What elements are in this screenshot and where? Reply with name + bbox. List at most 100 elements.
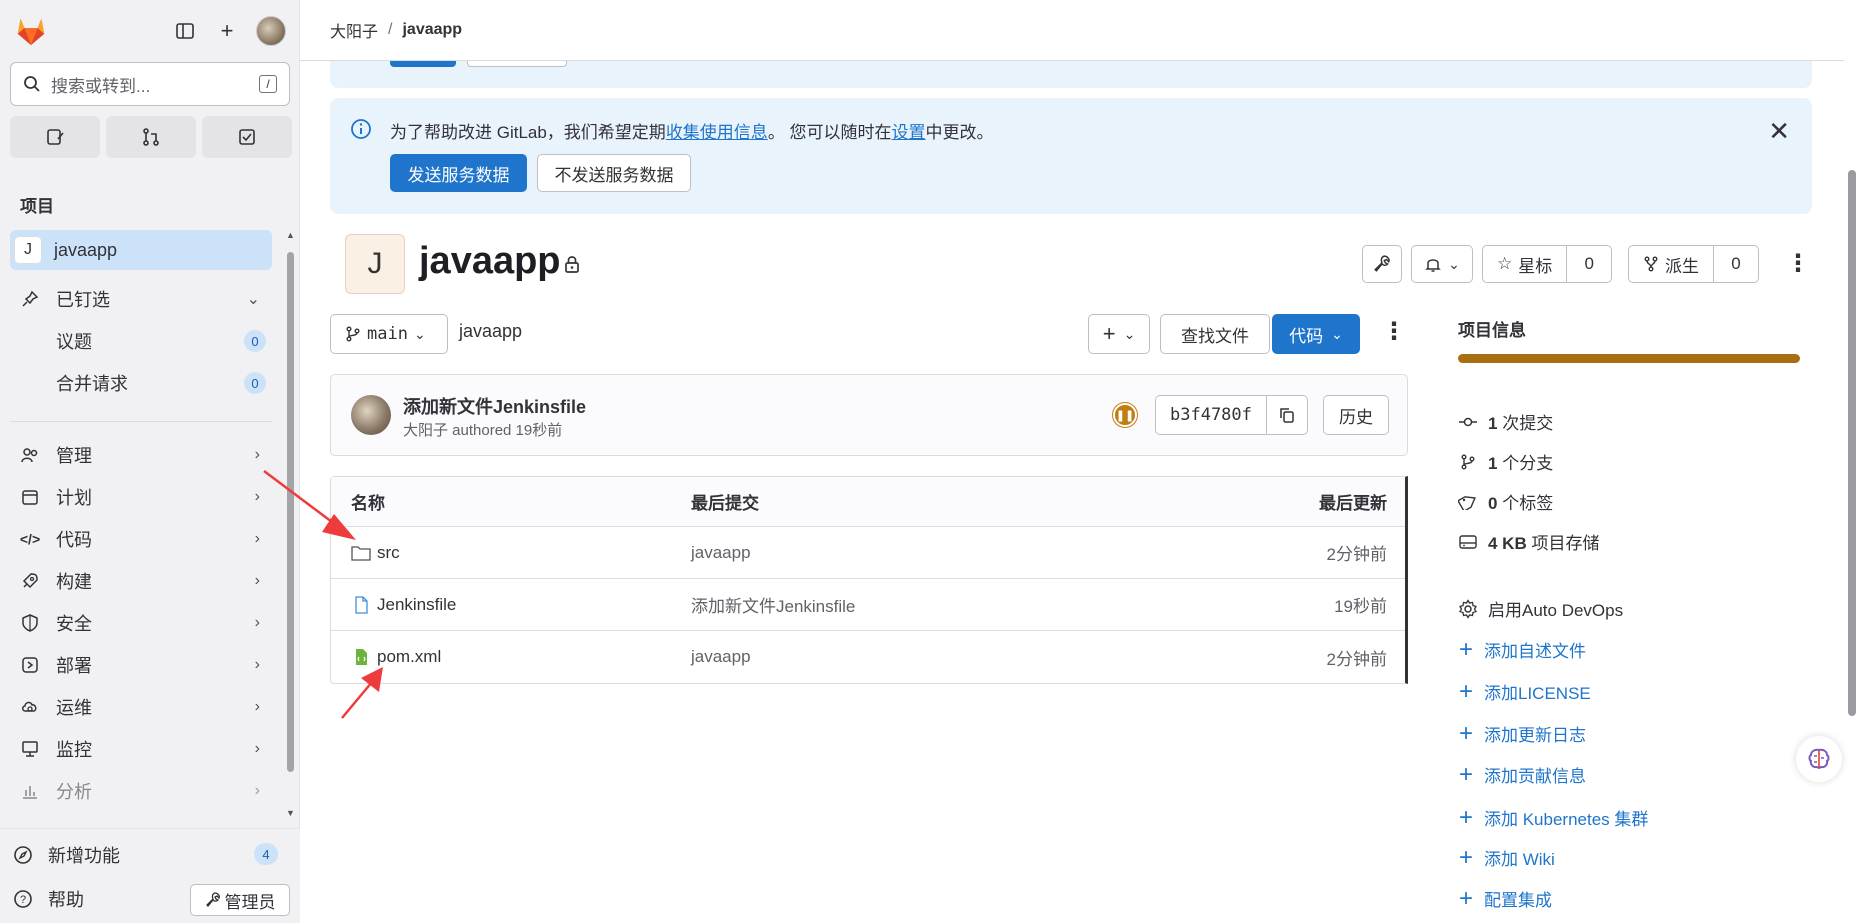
sidebar-item-pinned[interactable]: 已钉选 ⌄ <box>10 279 272 319</box>
sidebar-item-secure[interactable]: 安全 › <box>10 603 272 643</box>
usage-info-link[interactable]: 收集使用信息 <box>666 123 768 142</box>
add-readme-link[interactable]: + 添加自述文件 <box>1458 637 1586 662</box>
branches-stat[interactable]: 1 个分支 <box>1458 449 1553 474</box>
sidebar-item-build[interactable]: 构建 › <box>10 561 272 601</box>
whats-new-button[interactable]: 新增功能 <box>12 842 120 868</box>
breadcrumb-parent[interactable]: 大阳子 <box>330 18 378 42</box>
add-license-link[interactable]: + 添加LICENSE <box>1458 679 1591 704</box>
chevron-down-icon: ⌄ <box>1123 325 1136 342</box>
last-commit-panel: 添加新文件Jenkinsfile 大阳子 authored 19秒前 ❚❚ b3… <box>330 374 1408 456</box>
fork-button[interactable]: 派生 <box>1629 246 1714 282</box>
sidebar-item-monitor[interactable]: 监控 › <box>10 729 272 769</box>
monitor-icon <box>20 739 40 759</box>
file-name[interactable]: Jenkinsfile <box>377 595 456 615</box>
project-settings-button[interactable] <box>1362 245 1402 283</box>
add-kubernetes-cluster-link[interactable]: + 添加 Kubernetes 集群 <box>1458 805 1648 830</box>
star-count[interactable]: 0 <box>1567 246 1611 282</box>
lock-icon <box>565 256 579 273</box>
breadcrumb-current[interactable]: javaapp <box>402 21 462 39</box>
fork-icon <box>1644 256 1658 272</box>
file-last-commit[interactable]: 添加新文件Jenkinsfile <box>691 592 1111 617</box>
chevron-down-icon: ⌄ <box>246 291 260 308</box>
pipeline-paused-icon[interactable]: ❚❚ <box>1113 403 1137 427</box>
file-name[interactable]: src <box>377 543 400 563</box>
help-button[interactable]: ? 帮助 <box>12 886 84 912</box>
file-last-commit[interactable]: javaapp <box>691 647 1111 667</box>
fork-label: 派生 <box>1665 256 1699 276</box>
duo-chat-button[interactable] <box>1796 736 1842 782</box>
sidebar-item-merge-requests[interactable]: 合并请求 0 <box>56 363 266 403</box>
settings-link[interactable]: 设置 <box>892 123 926 142</box>
commit-title[interactable]: 添加新文件Jenkinsfile <box>403 393 586 419</box>
add-wiki-link[interactable]: + 添加 Wiki <box>1458 845 1555 870</box>
commit-author-avatar[interactable] <box>351 395 391 435</box>
sidebar-scrollbar-thumb[interactable] <box>287 252 294 772</box>
history-button[interactable]: 历史 <box>1323 395 1389 435</box>
storage-label: 项目存储 <box>1531 534 1600 553</box>
storage-stat[interactable]: 4 KB 项目存储 <box>1458 529 1599 554</box>
file-name[interactable]: pom.xml <box>377 647 441 667</box>
page-scrollbar-thumb[interactable] <box>1848 170 1856 716</box>
add-contributing-link[interactable]: + 添加贡献信息 <box>1458 762 1586 787</box>
toggle-sidebar-icon[interactable] <box>170 16 200 46</box>
file-last-updated: 19秒前 <box>1334 597 1387 616</box>
plus-icon: + <box>1458 760 1473 788</box>
dont-send-service-data-button[interactable]: 不发送服务数据 <box>537 154 691 192</box>
commit-sha[interactable]: b3f4780f <box>1156 396 1267 434</box>
more-actions-icon[interactable]: ⋮ <box>1786 252 1810 276</box>
send-service-data-button[interactable]: 发送服务数据 <box>390 154 527 192</box>
issues-quick-button[interactable] <box>10 116 100 158</box>
star-button[interactable]: ☆ 星标 <box>1483 246 1568 282</box>
user-avatar[interactable] <box>256 16 286 46</box>
sidebar-divider <box>10 421 272 422</box>
commits-label: 次提交 <box>1502 414 1554 433</box>
code-dropdown-button[interactable]: 代码 ⌄ <box>1272 314 1360 354</box>
add-changelog-link[interactable]: + 添加更新日志 <box>1458 721 1586 746</box>
previous-banner-secondary-button[interactable] <box>467 61 567 67</box>
sidebar-section-title: 项目 <box>20 197 54 216</box>
sidebar-item-manage[interactable]: 管理 › <box>10 435 272 475</box>
sidebar-item-label: 分析 <box>56 782 92 802</box>
branch-selector[interactable]: main ⌄ <box>330 314 448 354</box>
close-icon[interactable]: ✕ <box>1768 116 1790 147</box>
sidebar-item-analyze[interactable]: 分析 › <box>10 771 272 811</box>
page-scrollbar[interactable] <box>1844 0 1860 923</box>
add-file-dropdown[interactable]: + ⌄ <box>1088 314 1150 354</box>
admin-button[interactable]: 管理员 <box>190 884 290 916</box>
code-icon: </> <box>19 531 41 547</box>
deploy-icon <box>20 655 40 675</box>
file-last-commit[interactable]: javaapp <box>691 543 1111 563</box>
fork-count[interactable]: 0 <box>1714 246 1758 282</box>
column-header-last-update: 最后更新 <box>1319 494 1387 513</box>
column-header-last-commit: 最后提交 <box>691 494 759 513</box>
sidebar-item-code[interactable]: </> 代码 › <box>10 519 272 559</box>
configure-integrations-link[interactable]: + 配置集成 <box>1458 886 1552 911</box>
sidebar-item-deploy[interactable]: 部署 › <box>10 645 272 685</box>
sidebar-item-plan[interactable]: 计划 › <box>10 477 272 517</box>
gitlab-logo-icon[interactable] <box>14 14 48 48</box>
commits-stat[interactable]: 1 次提交 <box>1458 409 1553 434</box>
create-new-icon[interactable]: + <box>212 16 242 46</box>
sidebar-item-operate[interactable]: 运维 › <box>10 687 272 727</box>
repo-more-actions-icon[interactable]: ⋮ <box>1382 320 1406 344</box>
repo-path[interactable]: javaapp <box>459 321 522 342</box>
merge-requests-quick-button[interactable] <box>106 116 196 158</box>
brain-icon <box>1808 748 1830 770</box>
sidebar-scrollbar[interactable]: ▲ ▼ <box>284 230 296 820</box>
table-row[interactable]: Jenkinsfile 添加新文件Jenkinsfile 19秒前 <box>331 579 1405 631</box>
table-row[interactable]: src javaapp 2分钟前 <box>331 527 1405 579</box>
tags-stat[interactable]: 0 个标签 <box>1458 489 1553 514</box>
previous-banner-primary-button[interactable] <box>390 61 456 67</box>
search-input[interactable]: 搜索或转到... / <box>10 62 290 106</box>
sidebar-current-project[interactable]: J javaapp <box>10 230 272 270</box>
find-file-button[interactable]: 查找文件 <box>1160 314 1270 354</box>
sidebar-item-issues[interactable]: 议题 0 <box>56 321 266 361</box>
copy-icon[interactable] <box>1267 396 1307 434</box>
auto-devops-link[interactable]: 启用Auto DevOps <box>1458 596 1623 621</box>
todos-quick-button[interactable] <box>202 116 292 158</box>
banner-message: 为了帮助改进 GitLab，我们希望定期收集使用信息。 您可以随时在设置中更改。 <box>390 118 994 143</box>
commits-count: 1 <box>1488 414 1498 433</box>
table-row[interactable]: pom.xml javaapp 2分钟前 <box>331 631 1405 683</box>
chevron-down-icon: ⌄ <box>1331 325 1343 342</box>
notifications-dropdown[interactable]: ⌄ <box>1411 245 1473 283</box>
